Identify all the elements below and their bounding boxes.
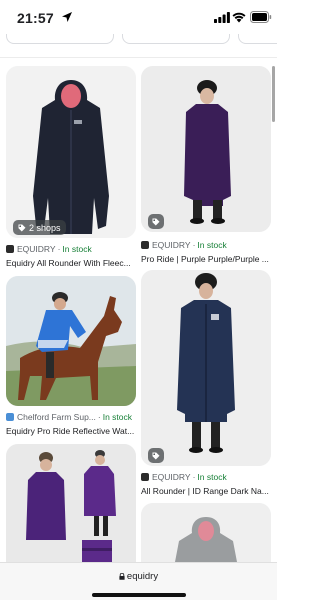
product-title[interactable]: Equidry All Rounder With Fleec... — [6, 258, 136, 268]
tag-icon — [152, 218, 160, 225]
address-domain: equidry — [126, 571, 159, 582]
product-meta: EQUIDRY · In stock — [6, 244, 92, 254]
filter-chip[interactable] — [6, 34, 114, 44]
browser-bottom-bar: equidry — [0, 562, 277, 600]
tag-icon — [152, 452, 160, 459]
shops-badge: 2 shops — [13, 220, 66, 235]
signal-icon — [214, 12, 230, 23]
wifi-icon — [232, 12, 246, 23]
stock-status: In stock — [197, 472, 227, 482]
coat-image — [141, 270, 271, 466]
seller-favicon — [141, 241, 149, 249]
product-meta: EQUIDRY · In stock — [141, 472, 227, 482]
rider-image — [6, 276, 136, 406]
coat-image — [6, 444, 136, 562]
seller-favicon — [6, 413, 14, 421]
scrollbar[interactable] — [272, 66, 275, 122]
stock-status: In stock — [197, 240, 227, 250]
coat-image — [141, 503, 271, 562]
meta-separator: · — [57, 244, 61, 254]
home-indicator[interactable] — [92, 593, 186, 597]
shops-badge-label: 2 shops — [29, 222, 61, 233]
seller-name[interactable]: Chelford Farm Sup... — [17, 412, 96, 422]
meta-separator: · — [192, 472, 196, 482]
lock-icon — [119, 573, 125, 580]
seller-name[interactable]: EQUIDRY — [17, 244, 56, 254]
filter-chip[interactable] — [122, 34, 230, 44]
coat-image — [6, 66, 136, 238]
status-time: 21:57 — [17, 10, 54, 26]
address-bar[interactable]: equidry — [0, 571, 277, 582]
header-divider — [0, 57, 277, 58]
seller-favicon — [6, 245, 14, 253]
product-image[interactable] — [6, 276, 136, 406]
seller-name[interactable]: EQUIDRY — [152, 472, 191, 482]
product-title[interactable]: All Rounder | ID Range Dark Na... — [141, 486, 271, 496]
tag-badge — [148, 214, 164, 229]
stock-status: In stock — [62, 244, 92, 254]
tag-icon — [18, 224, 26, 231]
tag-badge — [148, 448, 164, 463]
filter-chip[interactable] — [238, 34, 277, 44]
status-bar: 21:57 — [0, 0, 277, 34]
coat-image — [141, 66, 271, 232]
product-title[interactable]: Pro Ride | Purple Purple/Purple ... — [141, 254, 271, 264]
location-arrow-icon — [62, 12, 72, 22]
product-image[interactable] — [6, 66, 136, 238]
product-title[interactable]: Equidry Pro Ride Reflective Wat... — [6, 426, 136, 436]
seller-favicon — [141, 473, 149, 481]
product-meta: EQUIDRY · In stock — [141, 240, 227, 250]
seller-name[interactable]: EQUIDRY — [152, 240, 191, 250]
battery-icon — [250, 11, 272, 23]
product-meta: Chelford Farm Sup... · In stock — [6, 412, 132, 422]
product-image[interactable] — [141, 66, 271, 232]
stock-status: In stock — [102, 412, 133, 422]
filter-chip-row — [0, 34, 277, 54]
product-image[interactable] — [6, 444, 136, 562]
product-image[interactable] — [141, 270, 271, 466]
meta-separator: · — [192, 240, 196, 250]
meta-separator: · — [97, 412, 101, 422]
product-image[interactable] — [141, 503, 271, 562]
